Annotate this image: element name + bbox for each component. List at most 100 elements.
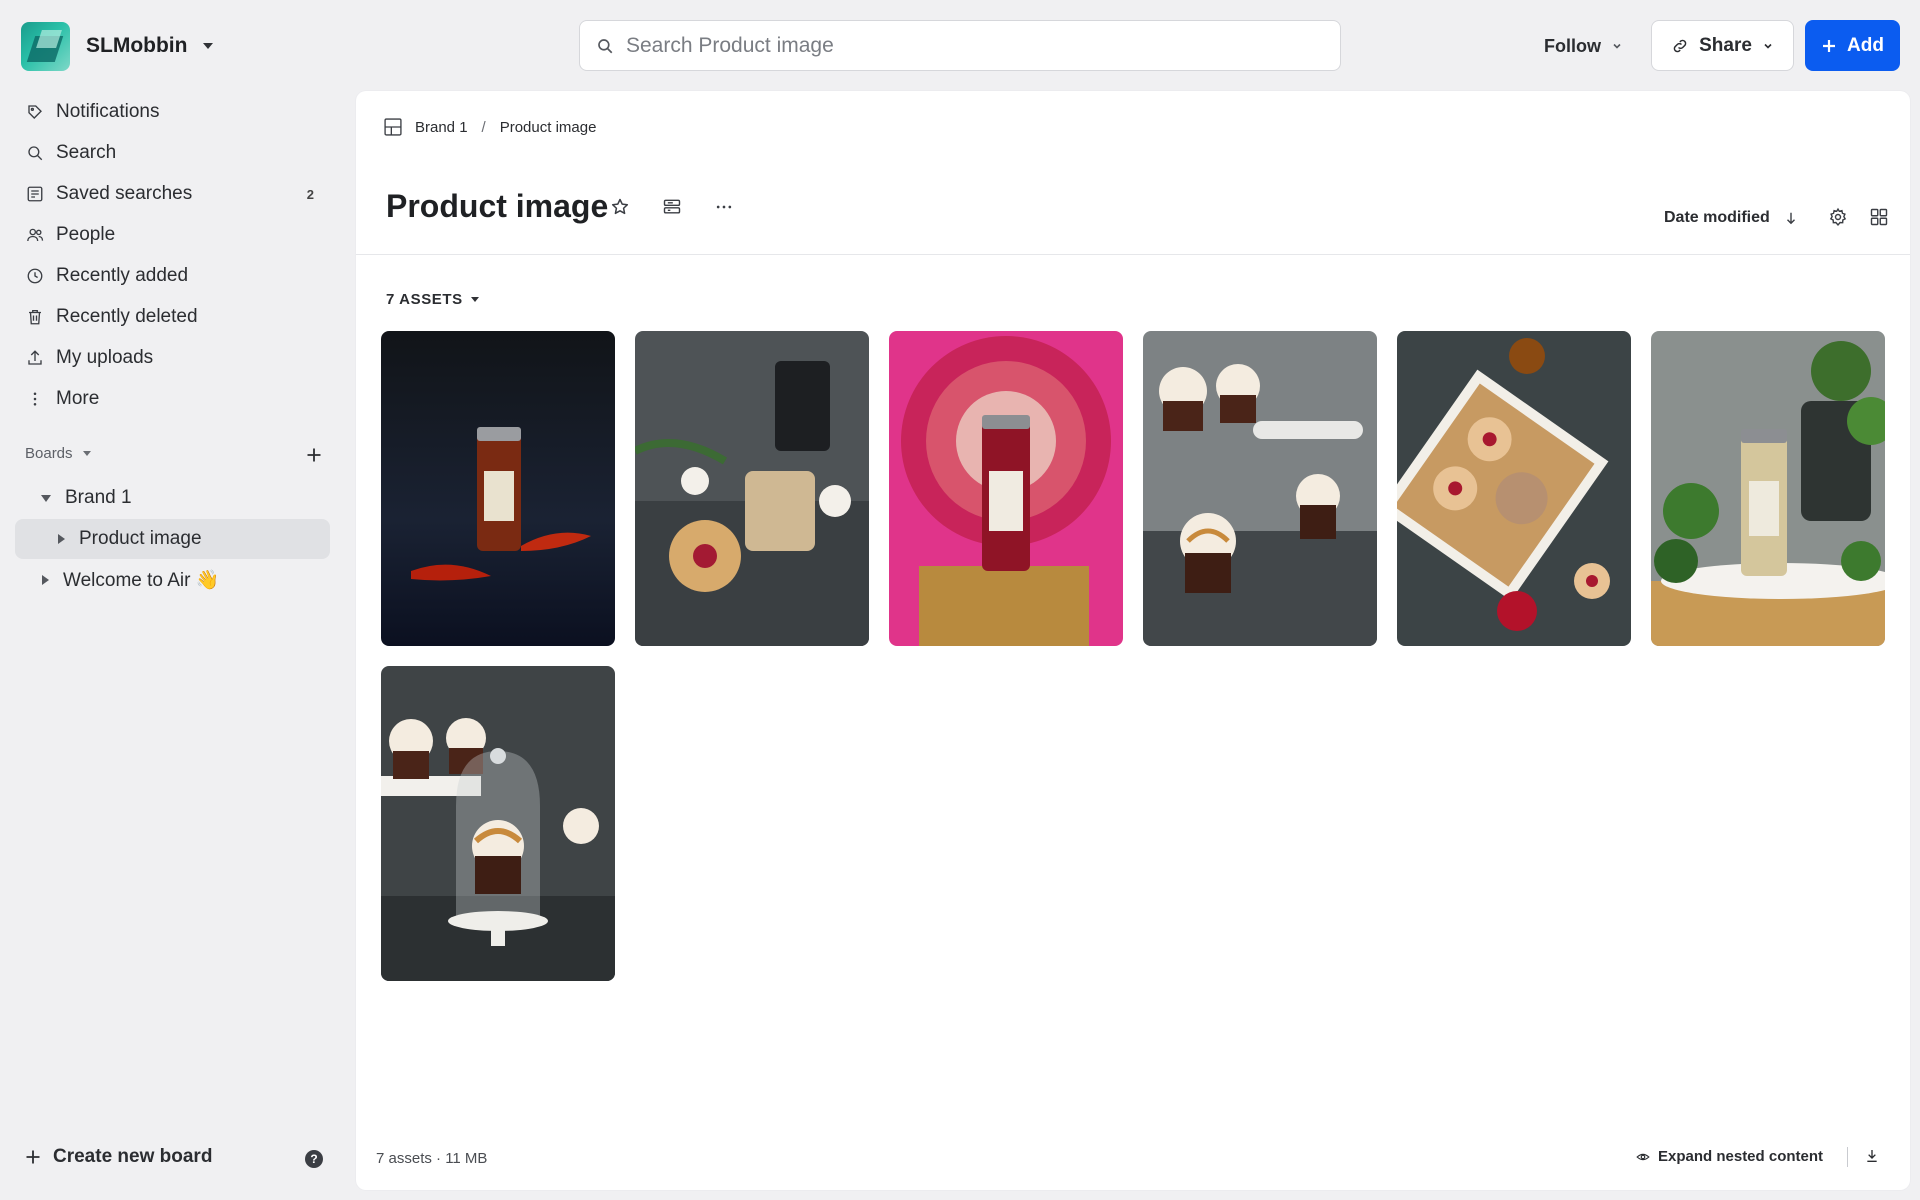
gear-icon — [1829, 207, 1847, 227]
footer-divider — [1847, 1147, 1848, 1167]
sidebar-item-label: Recently deleted — [56, 306, 198, 327]
sidebar-item-recently-added[interactable]: Recently added — [15, 257, 330, 295]
chevron-down-icon — [203, 43, 214, 49]
plus-icon — [307, 448, 321, 462]
caramel-cupcakes-photo — [1143, 331, 1377, 646]
title-actions — [608, 195, 736, 219]
cupcake-under-glass-photo — [381, 666, 615, 981]
sidebar-item-label: Recently added — [56, 265, 189, 286]
assets-count-label: 7 ASSETS — [386, 291, 463, 308]
linzer-cookies-jar-photo — [635, 331, 869, 646]
chevron-down-icon — [82, 451, 91, 456]
asset-summary: 7 assets · 11 MB — [376, 1150, 488, 1167]
clock-icon — [27, 268, 43, 284]
collapse-caret-icon — [58, 534, 65, 544]
sidebar-item-label: Search — [56, 142, 117, 163]
sidebar-item-my-uploads[interactable]: My uploads — [15, 339, 330, 377]
people-icon — [27, 228, 44, 242]
sidebar-item-more[interactable]: More — [15, 380, 330, 418]
search-bar[interactable] — [579, 20, 1341, 71]
asset-thumbnail[interactable] — [1651, 331, 1885, 646]
sidebar-item-label: More — [56, 388, 100, 409]
sort-label: Date modified — [1664, 209, 1770, 226]
breadcrumb: Brand 1 / Product image — [383, 117, 596, 137]
add-board-button[interactable] — [302, 443, 326, 467]
sidebar-item-label: My uploads — [56, 347, 154, 368]
sidebar-item-label: People — [56, 224, 116, 245]
more-horizontal-icon — [716, 205, 732, 209]
create-new-board-button[interactable]: Create new board — [25, 1146, 212, 1168]
workspace-logo — [21, 21, 70, 71]
details-icon — [663, 199, 681, 214]
board-label: Brand 1 — [65, 487, 132, 508]
main-panel: Brand 1 / Product image Product image Da… — [356, 91, 1910, 1190]
pink-spice-jar-photo — [889, 331, 1123, 646]
more-vertical-icon — [33, 392, 37, 406]
board-label: Welcome to Air 👋 — [63, 570, 220, 591]
chili-spice-jar-photo — [381, 331, 615, 646]
download-button[interactable] — [1864, 1148, 1880, 1169]
cookie-gift-box-photo — [1397, 331, 1631, 646]
board-product-image[interactable]: Product image — [15, 519, 330, 559]
search-icon — [28, 146, 43, 161]
share-button[interactable]: Share — [1651, 20, 1794, 71]
more-options-button[interactable] — [712, 195, 736, 219]
view-controls — [1826, 205, 1891, 229]
expand-nested-label: Expand nested content — [1658, 1148, 1824, 1165]
board-details-button[interactable] — [660, 195, 684, 219]
add-label: Add — [1847, 34, 1884, 56]
workspace-switcher[interactable]: SLMobbin — [21, 21, 214, 71]
sidebar-item-saved-searches[interactable]: Saved searches 2 — [15, 175, 330, 213]
asset-thumbnail[interactable] — [635, 331, 869, 646]
view-settings-button[interactable] — [1826, 205, 1850, 229]
page-title: Product image — [386, 188, 609, 224]
help-button[interactable]: ? — [305, 1150, 323, 1168]
herb-spice-jar-photo — [1651, 331, 1885, 646]
breadcrumb-current: Product image — [499, 118, 597, 136]
follow-button[interactable]: Follow — [1530, 24, 1637, 68]
asset-thumbnail[interactable] — [1143, 331, 1377, 646]
asset-thumbnail[interactable] — [381, 331, 615, 646]
trash-icon — [29, 309, 41, 325]
follow-label: Follow — [1544, 35, 1601, 56]
expand-caret-icon — [41, 494, 51, 502]
sidebar-item-notifications[interactable]: Notifications — [15, 93, 330, 131]
grid-icon — [1870, 208, 1888, 226]
saved-searches-icon — [27, 186, 43, 202]
sidebar-item-recently-deleted[interactable]: Recently deleted — [15, 298, 330, 336]
notification-icon — [28, 105, 42, 119]
collapse-caret-icon — [42, 575, 49, 585]
breadcrumb-parent[interactable]: Brand 1 — [415, 119, 468, 136]
star-icon — [611, 198, 629, 215]
boards-section-toggle[interactable]: Boards — [25, 445, 91, 462]
boards-label: Boards — [25, 445, 73, 462]
add-button[interactable]: Add — [1805, 20, 1900, 71]
board-label: Product image — [79, 528, 202, 549]
asset-thumbnail[interactable] — [1397, 331, 1631, 646]
download-icon — [1867, 1150, 1877, 1162]
link-icon — [1673, 39, 1687, 52]
breadcrumb-separator: / — [481, 118, 486, 136]
sidebar-item-label: Notifications — [56, 101, 160, 122]
board-welcome-to-air[interactable]: Welcome to Air 👋 — [15, 560, 330, 600]
asset-thumbnail[interactable] — [381, 666, 615, 981]
asset-thumbnail[interactable] — [889, 331, 1123, 646]
chevron-down-icon — [470, 297, 479, 302]
favorite-button[interactable] — [608, 195, 632, 219]
search-input[interactable] — [626, 33, 1306, 58]
sidebar-item-people[interactable]: People — [15, 216, 330, 254]
grid-view-button[interactable] — [1867, 205, 1891, 229]
expand-nested-content-button[interactable]: Expand nested content — [1636, 1148, 1823, 1165]
board-brand-1[interactable]: Brand 1 — [15, 478, 330, 518]
assets-count-toggle[interactable]: 7 ASSETS — [386, 291, 479, 308]
saved-searches-count: 2 — [306, 186, 314, 202]
workspace-name: SLMobbin — [86, 34, 188, 57]
sidebar: Notifications Search Saved searches 2 Pe… — [0, 90, 356, 1200]
sidebar-item-label: Saved searches — [56, 183, 193, 204]
search-icon — [598, 38, 613, 53]
sidebar-item-search[interactable]: Search — [15, 134, 330, 172]
eye-icon — [1636, 1153, 1650, 1160]
help-icon: ? — [310, 1152, 318, 1166]
chevron-down-icon — [1764, 43, 1772, 49]
sort-control[interactable]: Date modified — [1664, 209, 1798, 227]
